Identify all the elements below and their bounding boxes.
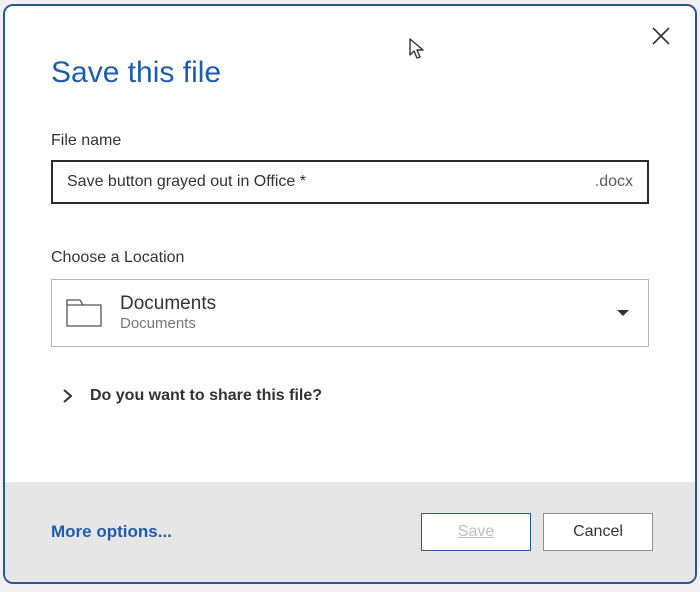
dialog-title: Save this file [51,56,649,90]
filename-extension: .docx [595,162,647,202]
save-dialog: Save this file File name .docx Choose a … [3,4,697,584]
location-text: Documents Documents [120,293,616,334]
location-label: Choose a Location [51,249,649,267]
share-text: Do you want to share this file? [90,387,322,405]
close-icon [652,27,670,45]
filename-field-wrapper: .docx [51,160,649,204]
filename-label: File name [51,132,649,150]
folder-icon [66,299,102,327]
dialog-main: Save this file File name .docx Choose a … [5,6,695,482]
cancel-button[interactable]: Cancel [543,513,653,551]
location-dropdown[interactable]: Documents Documents [51,279,649,347]
chevron-down-icon [616,309,630,317]
save-button[interactable]: Save [421,513,531,551]
dialog-footer: More options... Save Cancel [5,482,695,582]
location-secondary: Documents [120,315,616,333]
chevron-right-icon [63,389,72,403]
share-toggle[interactable]: Do you want to share this file? [51,387,649,405]
filename-input[interactable] [53,162,595,202]
close-button[interactable] [649,24,673,48]
more-options-link[interactable]: More options... [51,522,409,542]
location-primary: Documents [120,293,616,316]
